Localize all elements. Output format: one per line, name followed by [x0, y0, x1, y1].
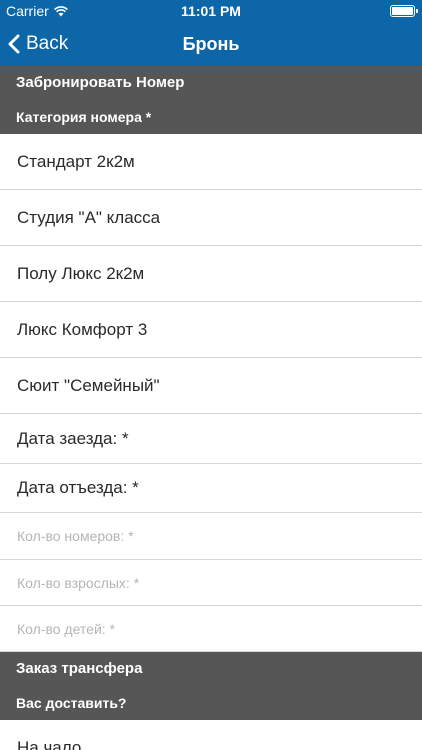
room-category-label: Категория номера *: [16, 109, 152, 125]
children-count-placeholder: Кол-во детей: *: [17, 620, 115, 637]
children-count-input[interactable]: Кол-во детей: *: [0, 606, 422, 652]
transfer-section-header: Заказ трансфера Вас доставить?: [0, 652, 422, 720]
transfer-section-title: Заказ трансфера: [16, 660, 143, 677]
status-bar: Carrier 11:01 PM: [0, 0, 422, 22]
status-time: 11:01 PM: [181, 3, 241, 19]
nav-bar: Back Бронь: [0, 22, 422, 66]
rooms-count-input[interactable]: Кол-во номеров: *: [0, 513, 422, 560]
transfer-option-item[interactable]: На чало: [0, 720, 422, 750]
adults-count-placeholder: Кол-во взрослых: *: [17, 574, 140, 591]
room-category-item[interactable]: Стандарт 2к2м: [0, 134, 422, 190]
arrival-date-label: Дата заезда: *: [17, 428, 129, 448]
transfer-question-label: Вас доставить?: [16, 695, 127, 711]
page-title: Бронь: [182, 34, 240, 54]
battery-icon: [390, 5, 418, 17]
room-category-item[interactable]: Люкс Комфорт 3: [0, 302, 422, 358]
booking-section-title: Забронировать Номер: [16, 74, 185, 91]
departure-date-field[interactable]: Дата отъезда: *: [0, 464, 422, 513]
room-category-label: Стандарт 2к2м: [17, 151, 135, 171]
adults-count-input[interactable]: Кол-во взрослых: *: [0, 560, 422, 606]
room-category-item[interactable]: Сюит "Семейный": [0, 358, 422, 414]
departure-date-label: Дата отъезда: *: [17, 478, 139, 497]
transfer-option-label: На чало: [17, 738, 82, 750]
room-category-label: Люкс Комфорт 3: [17, 319, 148, 339]
room-category-label: Полу Люкс 2к2м: [17, 263, 145, 283]
room-category-item[interactable]: Студия "А" класса: [0, 190, 422, 246]
room-category-item[interactable]: Полу Люкс 2к2м: [0, 246, 422, 302]
booking-section-header: Забронировать Номер Категория номера *: [0, 66, 422, 134]
arrival-date-field[interactable]: Дата заезда: *: [0, 414, 422, 464]
room-category-label: Сюит "Семейный": [17, 375, 160, 395]
room-category-label: Студия "А" класса: [17, 207, 161, 227]
rooms-count-placeholder: Кол-во номеров: *: [17, 528, 134, 544]
